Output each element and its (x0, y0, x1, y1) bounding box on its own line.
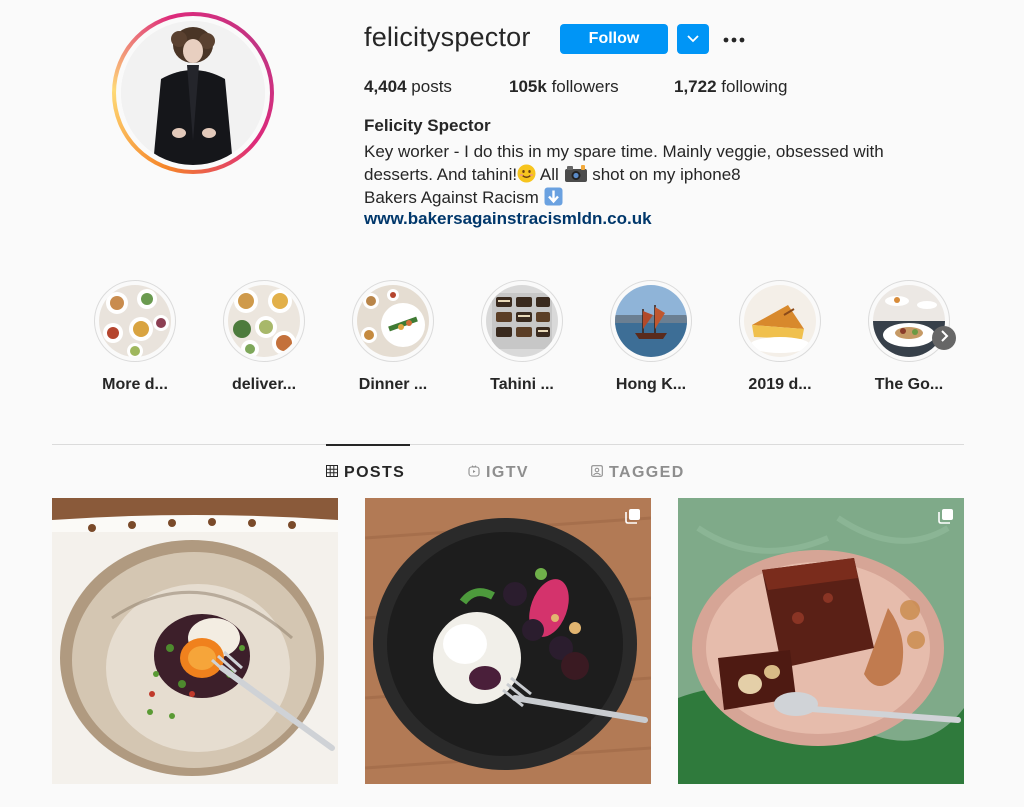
highlights-next-button[interactable] (932, 326, 956, 350)
following-link[interactable]: 1,722 following (674, 77, 787, 97)
follow-button[interactable]: Follow (560, 24, 668, 54)
highlight-cover (228, 285, 300, 357)
highlight-label: The Go... (874, 376, 944, 393)
tab-posts-label: POSTS (344, 464, 406, 481)
highlight-label: 2019 d... (748, 376, 812, 393)
followers-link[interactable]: 105k followers (509, 77, 619, 97)
highlight-cover (744, 285, 816, 357)
highlight-cover (615, 285, 687, 357)
highlight-cover (357, 285, 429, 357)
posts-count: 4,404 (364, 77, 407, 96)
bio-line-2-text-b: All (536, 165, 564, 184)
followers-label: followers (551, 77, 619, 96)
bio-line-3-text: Bakers Against Racism (364, 188, 544, 207)
tab-igtv[interactable]: IGTV (468, 464, 529, 482)
camera-emoji-icon (564, 164, 588, 183)
avatar-photo (121, 21, 265, 165)
highlight-cover (486, 285, 558, 357)
down-arrow-emoji-icon (544, 187, 563, 206)
profile-username: felicityspector (364, 22, 531, 52)
highlight-item[interactable]: Hong K... (599, 280, 703, 394)
posts-label: posts (411, 77, 452, 96)
bio-website-link[interactable]: www.bakersagainstracismldn.co.uk (364, 209, 652, 229)
more-options-icon (723, 30, 745, 48)
multiple-posts-icon (625, 508, 641, 529)
profile-bio: Key worker - I do this in my spare time.… (364, 140, 974, 209)
highlight-item[interactable]: More d... (83, 280, 187, 394)
post-thumbnail[interactable] (365, 498, 651, 784)
profile-full-name: Felicity Spector (364, 116, 491, 135)
igtv-icon (468, 464, 480, 482)
tab-tagged[interactable]: TAGGED (591, 464, 685, 482)
highlight-cover (873, 285, 945, 357)
bio-line-1: Key worker - I do this in my spare time.… (364, 142, 884, 161)
highlight-label: More d... (102, 376, 168, 393)
suggested-accounts-button[interactable] (677, 24, 709, 54)
highlight-label: Hong K... (615, 376, 687, 393)
bio-line-3: Bakers Against Racism (364, 186, 974, 209)
followers-count: 105k (509, 77, 547, 96)
post-thumbnail[interactable] (678, 498, 964, 784)
highlight-item[interactable]: deliver... (212, 280, 316, 394)
profile-avatar[interactable] (112, 12, 274, 174)
tagged-icon (591, 464, 603, 482)
highlight-item[interactable]: Tahini ... (470, 280, 574, 394)
active-tab-indicator (326, 444, 410, 446)
highlight-item[interactable]: 2019 d... (728, 280, 832, 394)
tab-igtv-label: IGTV (486, 464, 529, 481)
grid-icon (326, 464, 338, 482)
tab-tagged-label: TAGGED (609, 464, 685, 481)
following-label: following (721, 77, 788, 96)
highlight-label: Tahini ... (490, 376, 554, 393)
chevron-down-icon (687, 30, 699, 48)
tabs-divider (52, 444, 964, 445)
post-thumbnail[interactable] (52, 498, 338, 784)
multiple-posts-icon (938, 508, 954, 529)
chevron-right-icon (939, 329, 949, 347)
highlight-cover (99, 285, 171, 357)
smiling-face-emoji-icon (517, 164, 536, 183)
following-count: 1,722 (674, 77, 717, 96)
bio-line-2-text-a: desserts. And tahini! (364, 165, 518, 184)
highlight-label: deliver... (231, 376, 297, 393)
bio-line-2-text-c: shot on my iphone8 (587, 165, 741, 184)
tab-posts[interactable]: POSTS (326, 464, 405, 482)
highlight-item[interactable]: Dinner ... (341, 280, 445, 394)
more-options-button[interactable] (721, 28, 747, 50)
highlight-label: Dinner ... (358, 376, 428, 393)
bio-line-2: desserts. And tahini! All shot on my iph… (364, 163, 974, 186)
posts-count-stat: 4,404 posts (364, 77, 452, 97)
